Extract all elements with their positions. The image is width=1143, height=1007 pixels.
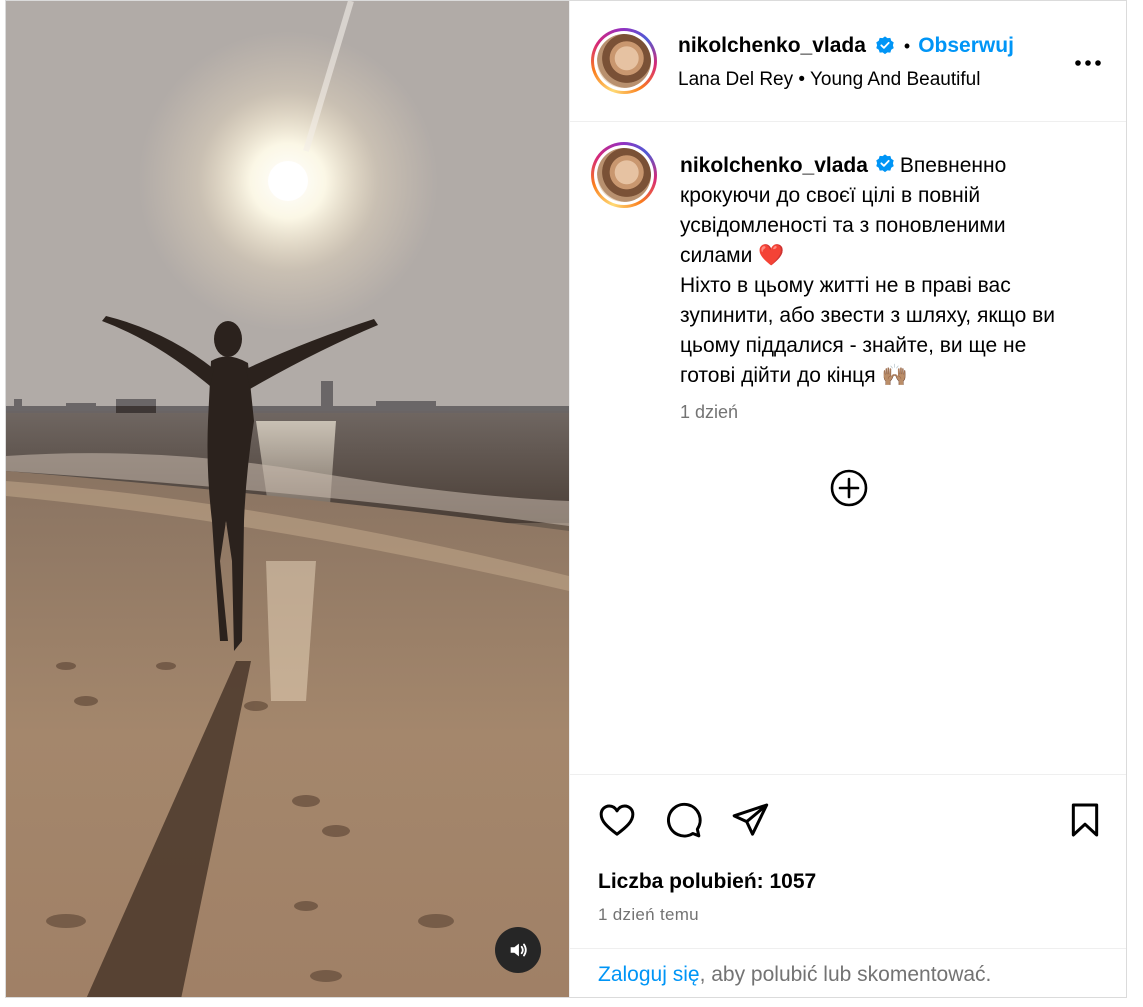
bookmark-icon	[1071, 803, 1099, 837]
post-video[interactable]	[6, 1, 569, 997]
like-button[interactable]	[596, 799, 638, 841]
login-prompt-text: , aby polubić lub skomentować.	[699, 963, 992, 986]
post-sidebar: nikolchenko_vlada • Obserwuj Lana Del Re…	[569, 1, 1126, 997]
load-more-comments-button[interactable]	[829, 468, 869, 508]
caption-timestamp[interactable]: 1 dzień	[680, 402, 738, 423]
sound-toggle-button[interactable]	[495, 927, 541, 973]
raised-hands-emoji: 🙌🏽	[881, 364, 908, 387]
username-link[interactable]: nikolchenko_vlada	[678, 34, 866, 58]
speaker-icon	[510, 943, 527, 957]
post-header: nikolchenko_vlada • Obserwuj Lana Del Re…	[570, 1, 1126, 122]
avatar-image	[597, 34, 651, 88]
caption-username-link[interactable]: nikolchenko_vlada	[680, 154, 868, 177]
follow-button[interactable]: Obserwuj	[918, 34, 1014, 58]
avatar-image	[597, 148, 651, 202]
share-button[interactable]	[729, 799, 771, 841]
post-actions: Liczba polubień: 1057 1 dzień temu Zalog…	[570, 774, 1126, 997]
save-button[interactable]	[1064, 799, 1106, 841]
caption-avatar[interactable]	[591, 142, 657, 208]
verified-badge-icon	[876, 154, 894, 173]
heart-emoji: ❤️	[758, 244, 785, 267]
post-timestamp[interactable]: 1 dzień temu	[598, 905, 699, 925]
avatar[interactable]	[591, 28, 657, 94]
ellipsis-icon	[1075, 60, 1101, 66]
header-user-row: nikolchenko_vlada • Obserwuj	[678, 34, 1014, 58]
post-dialog: nikolchenko_vlada • Obserwuj Lana Del Re…	[5, 0, 1127, 998]
post-caption: nikolchenko_vlada Впевненно крокуючи до …	[680, 151, 1080, 391]
audio-track-link[interactable]: Lana Del Rey • Young And Beautiful	[678, 69, 980, 91]
more-options-button[interactable]	[1070, 45, 1106, 81]
beach-sunset-scene	[6, 1, 569, 997]
caption-text-line2: Ніхто в цьому житті не в праві вас зупин…	[680, 274, 1055, 387]
login-prompt: Zaloguj się, aby polubić lub skomentować…	[570, 948, 1126, 997]
verified-badge-icon	[876, 36, 894, 55]
plus-circle-icon	[830, 469, 868, 507]
heart-outline-icon	[599, 804, 635, 836]
login-link[interactable]: Zaloguj się	[598, 963, 700, 986]
comment-button[interactable]	[662, 799, 704, 841]
paper-plane-icon	[732, 803, 769, 836]
likes-count[interactable]: Liczba polubień: 1057	[598, 870, 816, 894]
separator-dot: •	[903, 35, 911, 56]
comment-bubble-icon	[667, 802, 702, 838]
